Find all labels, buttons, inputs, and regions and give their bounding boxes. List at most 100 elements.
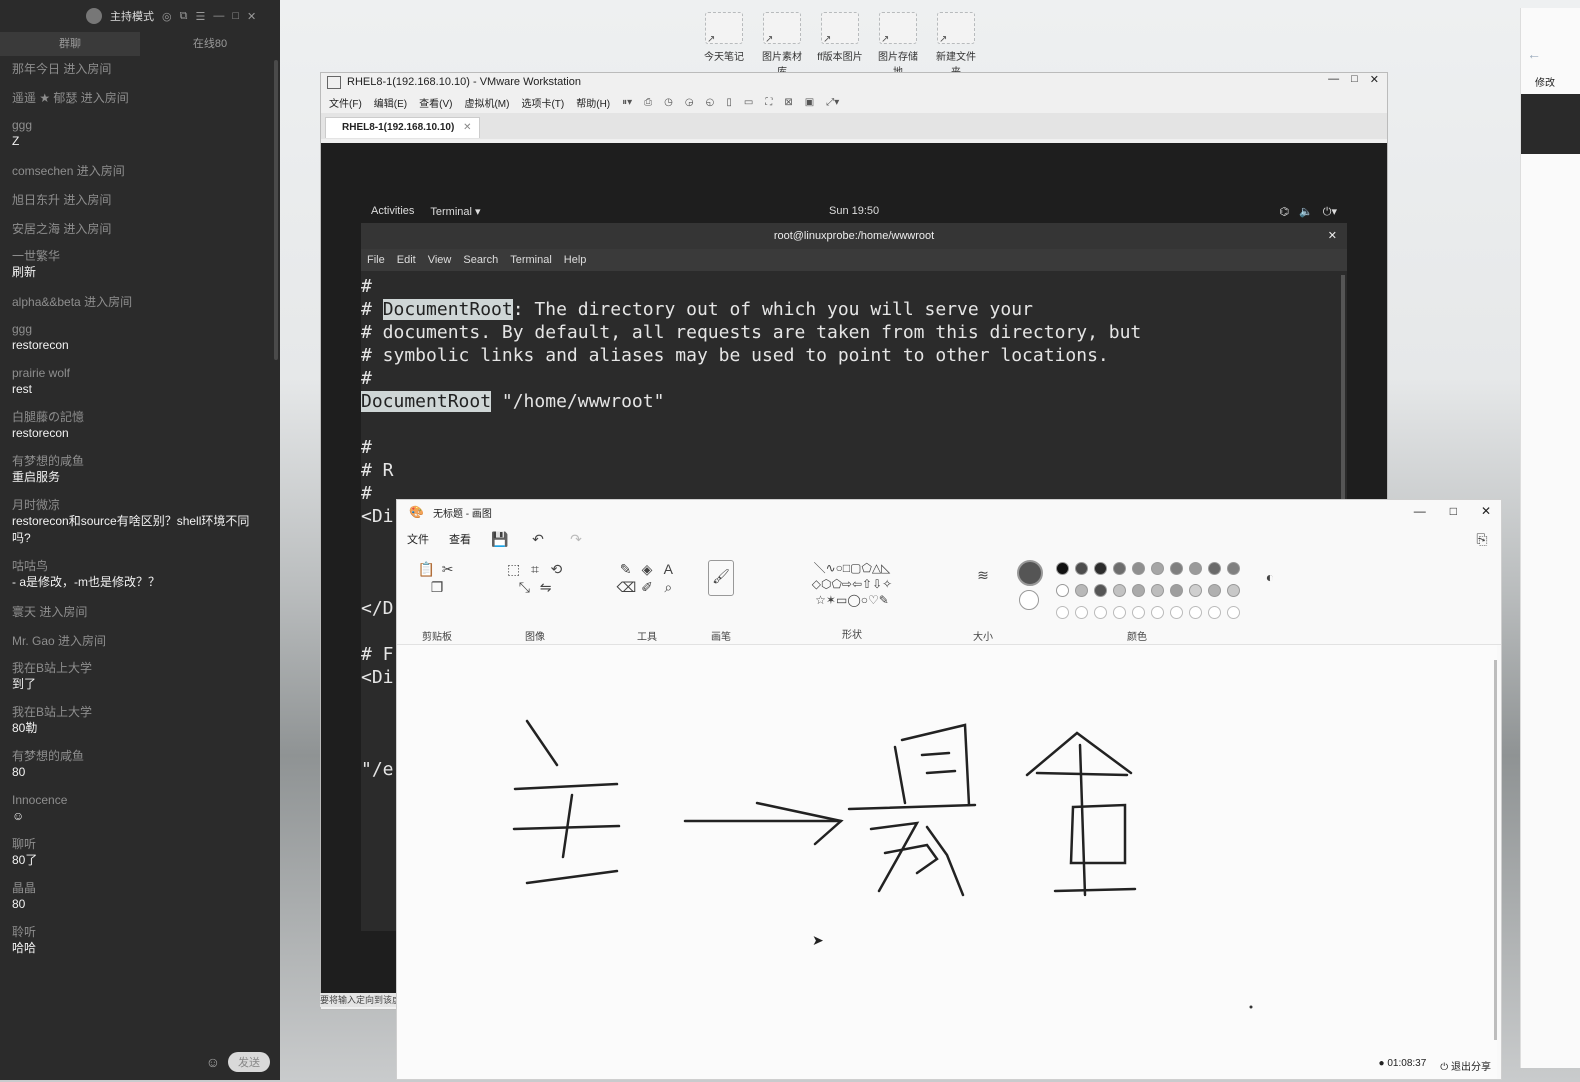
- color-swatch[interactable]: [1075, 562, 1088, 575]
- color-swatch[interactable]: [1170, 562, 1183, 575]
- color-swatch[interactable]: [1132, 562, 1145, 575]
- menu-view[interactable]: 查看(V): [419, 95, 452, 110]
- color-swatch[interactable]: [1094, 584, 1107, 597]
- pencil-icon[interactable]: ✎: [617, 560, 635, 578]
- close-icon[interactable]: ✕: [1481, 504, 1491, 518]
- edit-colors-icon[interactable]: ◐: [1261, 568, 1279, 586]
- settings-icon[interactable]: ◎: [162, 10, 172, 23]
- redo-icon[interactable]: ↷: [567, 530, 585, 548]
- power-icon[interactable]: ⏻▾: [1323, 205, 1337, 219]
- empty-color-swatch[interactable]: [1075, 606, 1088, 619]
- term-menu-edit[interactable]: Edit: [397, 254, 416, 266]
- empty-color-swatch[interactable]: [1056, 606, 1069, 619]
- empty-color-swatch[interactable]: [1094, 606, 1107, 619]
- maximize-icon[interactable]: □: [1450, 504, 1457, 518]
- empty-color-swatch[interactable]: [1132, 606, 1145, 619]
- term-menu-file[interactable]: File: [367, 254, 385, 266]
- crop-icon[interactable]: ⌗: [526, 560, 544, 578]
- minimize-icon[interactable]: —: [1328, 73, 1339, 86]
- desktop-icon-1[interactable]: 今天笔记: [700, 12, 748, 78]
- term-menu-search[interactable]: Search: [463, 254, 498, 266]
- vm-tab[interactable]: RHEL8-1(192.168.10.10) ✕: [325, 117, 481, 138]
- stop-share-button[interactable]: ⏻ 退出分享: [1440, 1058, 1491, 1073]
- color-swatch[interactable]: [1132, 584, 1145, 597]
- stretch-icon[interactable]: ⤢▾: [826, 97, 839, 108]
- minimize-icon[interactable]: —: [1414, 504, 1426, 518]
- color-swatch[interactable]: [1151, 562, 1164, 575]
- chat-input-bar[interactable]: ☺ 发送: [0, 1043, 280, 1080]
- desktop-icon-4[interactable]: 图片存储地: [874, 12, 922, 78]
- term-menu-terminal[interactable]: Terminal: [510, 254, 552, 266]
- color-swatch[interactable]: [1094, 562, 1107, 575]
- chat-message-list[interactable]: 那年今日 进入房间 遥遥 ★ 郁瑟 进入房间 ggg Zcomsechen 进入房间旭…: [0, 60, 274, 1045]
- network-icon[interactable]: ⌬: [1279, 205, 1289, 219]
- maximize-icon[interactable]: □: [232, 10, 239, 22]
- color-swatch[interactable]: [1113, 562, 1126, 575]
- activities-button[interactable]: Activities: [371, 205, 414, 218]
- empty-color-swatch[interactable]: [1170, 606, 1183, 619]
- tab-group-chat[interactable]: 群聊: [0, 32, 140, 56]
- pause-icon[interactable]: ⏸▾: [622, 97, 632, 108]
- primary-color-swatch[interactable]: [1017, 560, 1043, 586]
- text-icon[interactable]: A: [659, 560, 677, 578]
- color-swatch[interactable]: [1170, 584, 1183, 597]
- unity-icon[interactable]: ⊠: [784, 97, 792, 108]
- revert-snapshot-icon[interactable]: ◶: [685, 97, 694, 108]
- menu-icon[interactable]: ☰: [195, 10, 205, 23]
- resize-icon[interactable]: ⤡: [515, 578, 533, 596]
- desktop-icon-2[interactable]: 图片素材库: [758, 12, 806, 78]
- close-icon[interactable]: ✕: [247, 10, 256, 23]
- snapshot-icon[interactable]: ◷: [664, 97, 673, 108]
- shapes-gallery[interactable]: ＼∿○□▢⬠△◺ ◇⬡⬠⇨⇦⇧⇩✧ ☆✶▭◯○♡✎: [812, 561, 892, 607]
- desktop-icon-3[interactable]: ff版本图片: [816, 12, 864, 78]
- color-swatch[interactable]: [1151, 584, 1164, 597]
- color-swatch[interactable]: [1189, 584, 1202, 597]
- menu-tabs[interactable]: 选项卡(T): [521, 95, 564, 110]
- close-icon[interactable]: ✕: [1328, 223, 1337, 249]
- color-swatch[interactable]: [1056, 584, 1069, 597]
- emoji-icon[interactable]: ☺: [206, 1054, 220, 1070]
- copy-icon[interactable]: ❐: [428, 578, 446, 596]
- close-icon[interactable]: ✕: [463, 122, 471, 133]
- color-swatch[interactable]: [1189, 562, 1202, 575]
- menu-vm[interactable]: 虚拟机(M): [464, 95, 509, 110]
- minimize-icon[interactable]: —: [213, 10, 224, 22]
- color-swatch[interactable]: [1075, 584, 1088, 597]
- popout-icon[interactable]: ⧉: [180, 10, 188, 23]
- send-keys-icon[interactable]: ⎙: [644, 97, 652, 108]
- canvas-resize-handle[interactable]: [1249, 1005, 1253, 1009]
- desktop-icon-5[interactable]: 新建文件夹: [932, 12, 980, 78]
- maximize-icon[interactable]: □: [1351, 73, 1358, 86]
- volume-icon[interactable]: 🔈: [1299, 205, 1313, 219]
- empty-color-swatch[interactable]: [1189, 606, 1202, 619]
- save-icon[interactable]: 💾: [491, 530, 509, 548]
- share-icon[interactable]: ⎘: [1473, 530, 1491, 548]
- paint-scrollbar[interactable]: [1494, 660, 1497, 1040]
- menu-edit[interactable]: 编辑(E): [374, 95, 407, 110]
- menu-file[interactable]: 文件(F): [329, 95, 362, 110]
- drawing-canvas[interactable]: ➤: [397, 645, 1497, 1079]
- color-picker-icon[interactable]: ✐: [638, 578, 656, 596]
- color-swatch[interactable]: [1208, 584, 1221, 597]
- gnome-clock[interactable]: Sun 19:50: [829, 205, 879, 217]
- brush-icon[interactable]: 🖌: [708, 560, 734, 596]
- empty-color-swatch[interactable]: [1208, 606, 1221, 619]
- color-swatch[interactable]: [1113, 584, 1126, 597]
- secondary-color-swatch[interactable]: [1019, 590, 1039, 610]
- paint-menu-file[interactable]: 文件: [407, 531, 429, 547]
- paint-window[interactable]: 🎨 无标题 - 画图 — □ ✕ 文件 查看 💾 ↶ ↷ ⎘ 📋 ✂ ❐ 剪贴板…: [396, 499, 1502, 1080]
- back-arrow-icon[interactable]: ←: [1527, 46, 1541, 62]
- flip-icon[interactable]: ⇋: [537, 578, 555, 596]
- color-swatch[interactable]: [1227, 562, 1240, 575]
- rotate-icon[interactable]: ⟲: [547, 560, 565, 578]
- color-swatch[interactable]: [1056, 562, 1069, 575]
- empty-color-swatch[interactable]: [1113, 606, 1126, 619]
- eraser-icon[interactable]: ⌫: [617, 578, 637, 596]
- magnifier-icon[interactable]: ⌕: [659, 578, 677, 596]
- empty-color-swatch[interactable]: [1151, 606, 1164, 619]
- library-icon[interactable]: ▯: [726, 97, 732, 108]
- send-button[interactable]: 发送: [228, 1051, 270, 1072]
- browser-window-edge[interactable]: ← 修改: [1520, 8, 1580, 1068]
- color-palette[interactable]: [1053, 562, 1253, 628]
- empty-color-swatch[interactable]: [1227, 606, 1240, 619]
